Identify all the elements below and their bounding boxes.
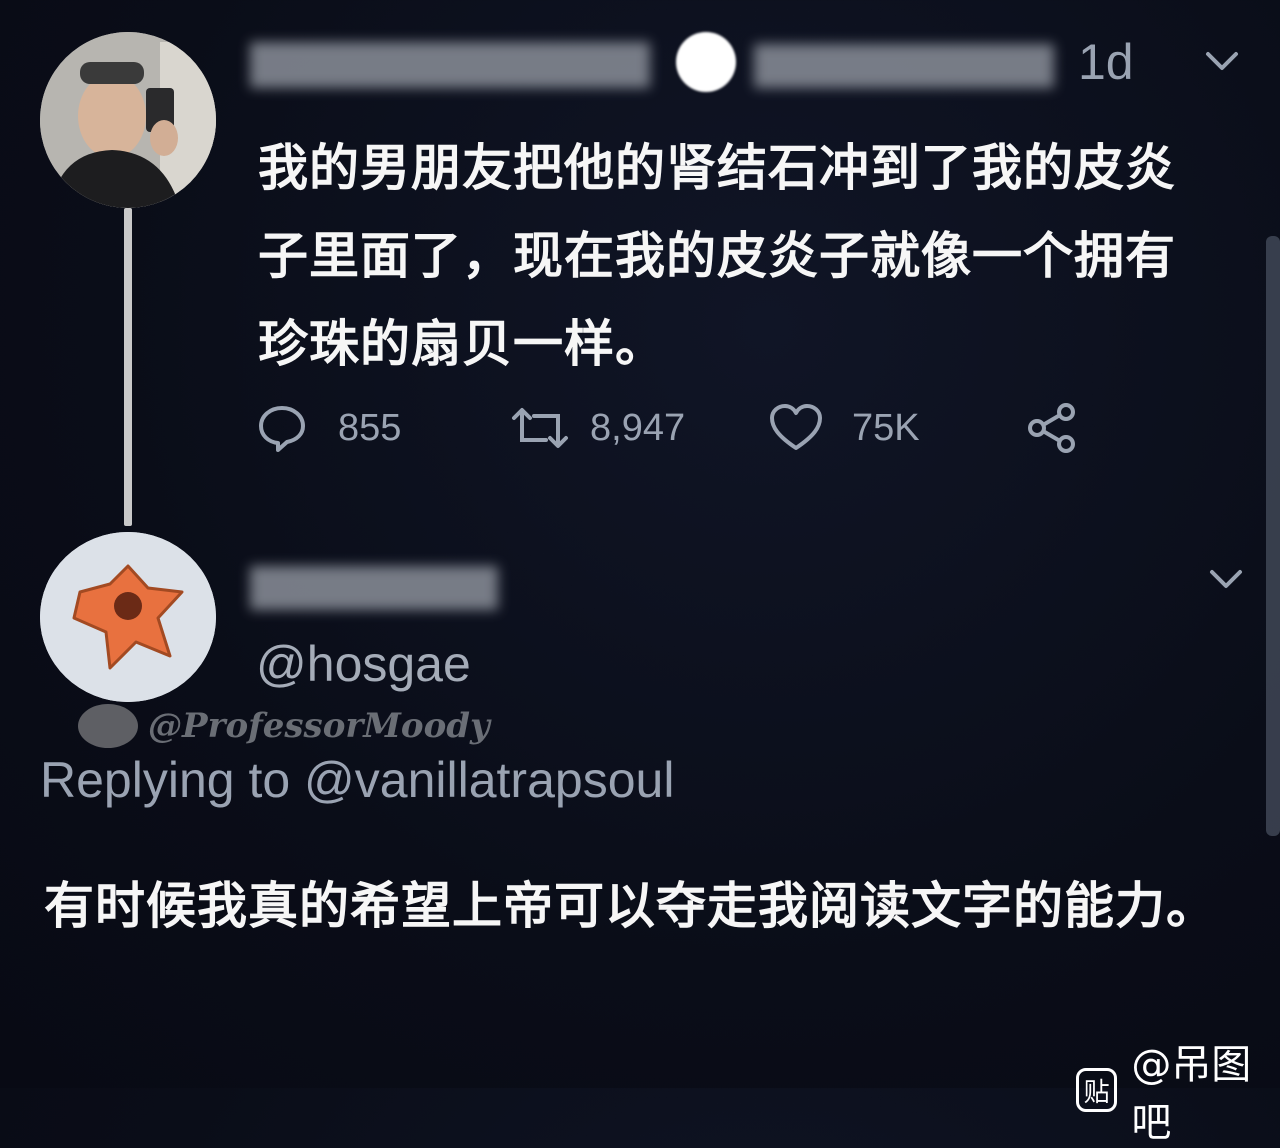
chevron-down-icon[interactable] (1202, 42, 1242, 82)
retweet-count: 8,947 (590, 406, 686, 449)
site-watermark-text: @吊图吧 (1131, 1042, 1252, 1146)
reply-text: 有时候我真的希望上帝可以夺走我阅读文字的能力。 (44, 877, 1217, 935)
watermark-avatar (78, 704, 138, 748)
chevron-down-icon[interactable] (1206, 560, 1246, 600)
avatar-photo-icon (40, 32, 216, 208)
share-button[interactable] (1024, 396, 1080, 460)
overlay-watermark: @ProfessorMoody (78, 704, 490, 748)
verified-badge-blurred (676, 32, 736, 92)
author-display-name-blurred[interactable] (250, 42, 650, 88)
reply-author-avatar[interactable] (40, 532, 216, 702)
tweet-actions: 855 8,947 75K (256, 396, 1096, 460)
share-icon (1028, 403, 1075, 453)
replying-to-line[interactable]: Replying to @vanillatrapsoul (40, 750, 674, 810)
avatar-cartoon-icon (40, 532, 216, 702)
like-count: 75K (852, 406, 920, 449)
author-handle-blurred[interactable] (754, 44, 1054, 88)
tieba-logo-icon: 贴 (1076, 1068, 1118, 1112)
site-watermark: 贴 @吊图吧 (1076, 1032, 1280, 1148)
tweet-text: 我的男朋友把他的肾结石冲到了我的皮炎子里面了，现在我的皮炎子就像一个拥有珍珠的扇… (258, 139, 1176, 373)
reply-button[interactable]: 855 (256, 396, 401, 460)
overlay-watermark-text: @ProfessorMoody (148, 706, 490, 746)
retweet-icon (512, 408, 568, 448)
heart-icon (770, 404, 822, 450)
reply-display-name-blurred[interactable] (250, 566, 498, 610)
author-avatar[interactable] (40, 32, 216, 208)
reply-author-handle[interactable]: @hosgae (256, 632, 471, 696)
thread-connector (124, 208, 132, 526)
scrollbar[interactable] (1266, 236, 1280, 836)
reply-icon (259, 406, 305, 452)
like-button[interactable]: 75K (768, 396, 920, 460)
retweet-button[interactable]: 8,947 (510, 396, 685, 460)
reply-count: 855 (338, 406, 402, 449)
tweet-timestamp[interactable]: 1d (1078, 34, 1134, 90)
